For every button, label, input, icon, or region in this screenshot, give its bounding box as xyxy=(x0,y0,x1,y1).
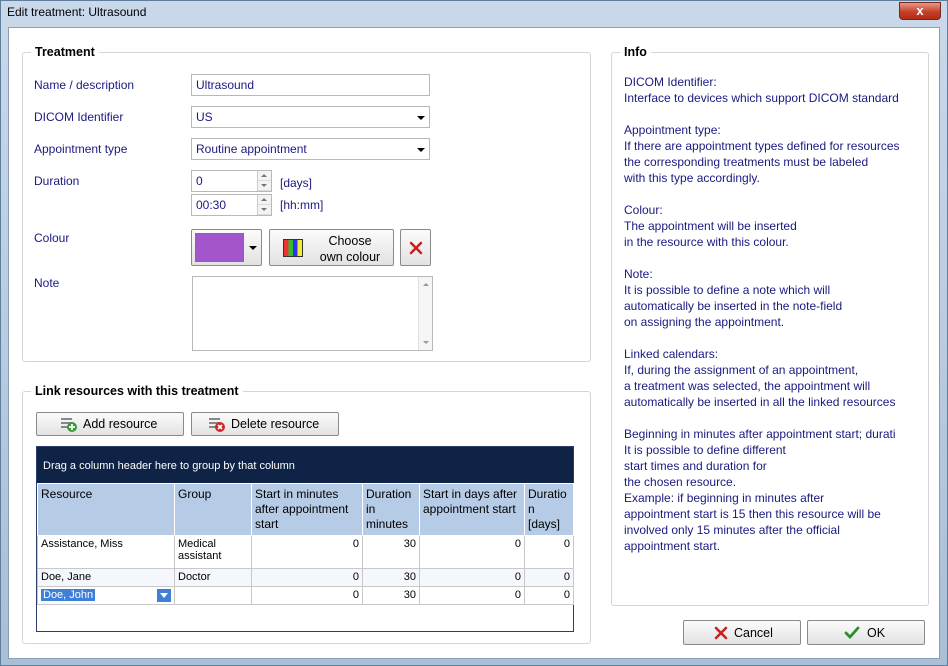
choose-colour-line1: Choose xyxy=(328,234,372,248)
cancel-button[interactable]: Cancel xyxy=(683,620,801,645)
column-header-group[interactable]: Group xyxy=(174,483,252,536)
cell-duration-minutes[interactable]: 30 xyxy=(362,586,420,605)
column-header-resource[interactable]: Resource xyxy=(37,483,175,536)
chevron-down-icon xyxy=(249,246,257,250)
spin-up-icon[interactable] xyxy=(258,195,271,205)
appointment-type-value: Routine appointment xyxy=(196,142,307,156)
spin-down-icon[interactable] xyxy=(258,181,271,191)
cell-start-minutes[interactable]: 0 xyxy=(251,535,363,569)
cell-group[interactable]: Doctor xyxy=(174,568,252,587)
name-label: Name / description xyxy=(34,78,135,92)
scroll-down-icon[interactable] xyxy=(423,341,429,344)
cell-duration-minutes[interactable]: 30 xyxy=(362,535,420,569)
duration-days-unit: [days] xyxy=(280,176,313,190)
column-header-start-days[interactable]: Start in days after appointment start xyxy=(419,483,525,536)
choose-colour-line2: own colour xyxy=(319,250,381,264)
add-icon xyxy=(61,418,77,432)
info-text: DICOM Identifier: Interface to devices w… xyxy=(624,75,900,553)
cancel-label: Cancel xyxy=(734,626,773,640)
dicom-label: DICOM Identifier xyxy=(34,110,124,124)
cell-start-days[interactable]: 0 xyxy=(419,568,525,587)
group-by-panel[interactable]: Drag a column header here to group by th… xyxy=(37,447,573,483)
table-row[interactable]: Assistance, Miss Medical assistant 0 30 … xyxy=(37,535,574,569)
edit-treatment-window: Edit treatment: Ultrasound x Treatment N… xyxy=(0,0,948,666)
duration-days-input[interactable]: 0 xyxy=(191,170,272,192)
choose-own-colour-button[interactable]: Choose own colour xyxy=(269,229,394,266)
chevron-down-icon xyxy=(417,116,425,120)
chevron-down-icon[interactable] xyxy=(157,589,171,602)
dicom-value: US xyxy=(196,110,213,124)
close-window-button[interactable]: x xyxy=(899,2,941,20)
cell-group[interactable]: Medical assistant xyxy=(174,535,252,569)
cancel-x-icon xyxy=(714,626,728,640)
ok-label: OK xyxy=(867,626,886,640)
add-resource-button[interactable]: Add resource xyxy=(36,412,184,436)
resources-table: Resource Group Start in minutes after ap… xyxy=(37,483,574,605)
spin-up-icon[interactable] xyxy=(258,171,271,181)
appointment-type-select[interactable]: Routine appointment xyxy=(191,138,430,160)
cell-start-minutes[interactable]: 0 xyxy=(251,586,363,605)
colour-picker-dropdown[interactable] xyxy=(191,229,262,266)
delete-icon xyxy=(209,418,225,432)
colour-label: Colour xyxy=(34,231,70,245)
name-input[interactable]: Ultrasound xyxy=(191,74,430,96)
chevron-down-icon xyxy=(417,148,425,152)
cell-group[interactable] xyxy=(174,586,252,605)
cell-start-minutes[interactable]: 0 xyxy=(251,568,363,587)
appointment-type-label: Appointment type xyxy=(34,142,128,156)
info-group-title: Info xyxy=(620,45,651,59)
ok-button[interactable]: OK xyxy=(807,620,925,645)
delete-resource-label: Delete resource xyxy=(231,417,320,431)
spin-down-icon[interactable] xyxy=(258,205,271,215)
duration-days-spinner[interactable] xyxy=(257,171,271,191)
cell-duration-minutes[interactable]: 30 xyxy=(362,568,420,587)
choose-colour-text: Choose own colour xyxy=(310,233,390,265)
cell-resource-editor[interactable]: Doe, John xyxy=(37,586,175,605)
note-label: Note xyxy=(34,276,60,290)
table-header-row: Resource Group Start in minutes after ap… xyxy=(37,483,574,536)
cell-duration-days[interactable]: 0 xyxy=(524,568,574,587)
treatment-group-title: Treatment xyxy=(31,45,99,59)
table-row[interactable]: Doe, John 0 30 0 0 xyxy=(37,586,574,605)
group-by-hint: Drag a column header here to group by th… xyxy=(43,460,295,472)
table-row[interactable]: Doe, Jane Doctor 0 30 0 0 xyxy=(37,568,574,587)
duration-time-value: 00:30 xyxy=(196,198,227,212)
duration-days-value: 0 xyxy=(196,174,203,188)
dicom-select[interactable]: US xyxy=(191,106,430,128)
duration-time-spinner[interactable] xyxy=(257,195,271,215)
add-resource-label: Add resource xyxy=(83,417,158,431)
cell-duration-days[interactable]: 0 xyxy=(524,586,574,605)
link-resources-title: Link resources with this treatment xyxy=(31,384,243,398)
delete-x-icon xyxy=(409,241,423,255)
window-title: Edit treatment: Ultrasound xyxy=(7,5,147,19)
checkmark-icon xyxy=(844,626,860,640)
note-scrollbar[interactable] xyxy=(418,277,432,350)
cell-resource[interactable]: Assistance, Miss xyxy=(37,535,175,569)
duration-time-unit: [hh:mm] xyxy=(280,198,324,212)
scroll-up-icon[interactable] xyxy=(423,283,429,286)
column-header-start-minutes[interactable]: Start in minutes after appointment start xyxy=(251,483,363,536)
delete-resource-button[interactable]: Delete resource xyxy=(191,412,339,436)
cell-resource[interactable]: Doe, Jane xyxy=(37,568,175,587)
duration-time-input[interactable]: 00:30 xyxy=(191,194,272,216)
colour-palette-icon xyxy=(283,239,303,257)
cell-start-days[interactable]: 0 xyxy=(419,535,525,569)
clear-colour-button[interactable] xyxy=(400,229,431,266)
column-header-duration-days[interactable]: Duratio n [days] xyxy=(524,483,574,536)
title-bar: Edit treatment: Ultrasound xyxy=(1,1,947,25)
cell-resource-selected[interactable]: Doe, John xyxy=(41,589,96,601)
info-group: Info DICOM Identifier: Interface to devi… xyxy=(611,45,929,606)
cell-duration-days[interactable]: 0 xyxy=(524,535,574,569)
colour-swatch xyxy=(195,233,244,262)
duration-label: Duration xyxy=(34,174,80,188)
dialog-client-area: Treatment Name / description Ultrasound … xyxy=(8,27,940,659)
cell-start-days[interactable]: 0 xyxy=(419,586,525,605)
resources-grid[interactable]: Drag a column header here to group by th… xyxy=(36,446,574,632)
note-textarea[interactable] xyxy=(192,276,433,351)
column-header-duration-minutes[interactable]: Duration in minutes xyxy=(362,483,420,536)
